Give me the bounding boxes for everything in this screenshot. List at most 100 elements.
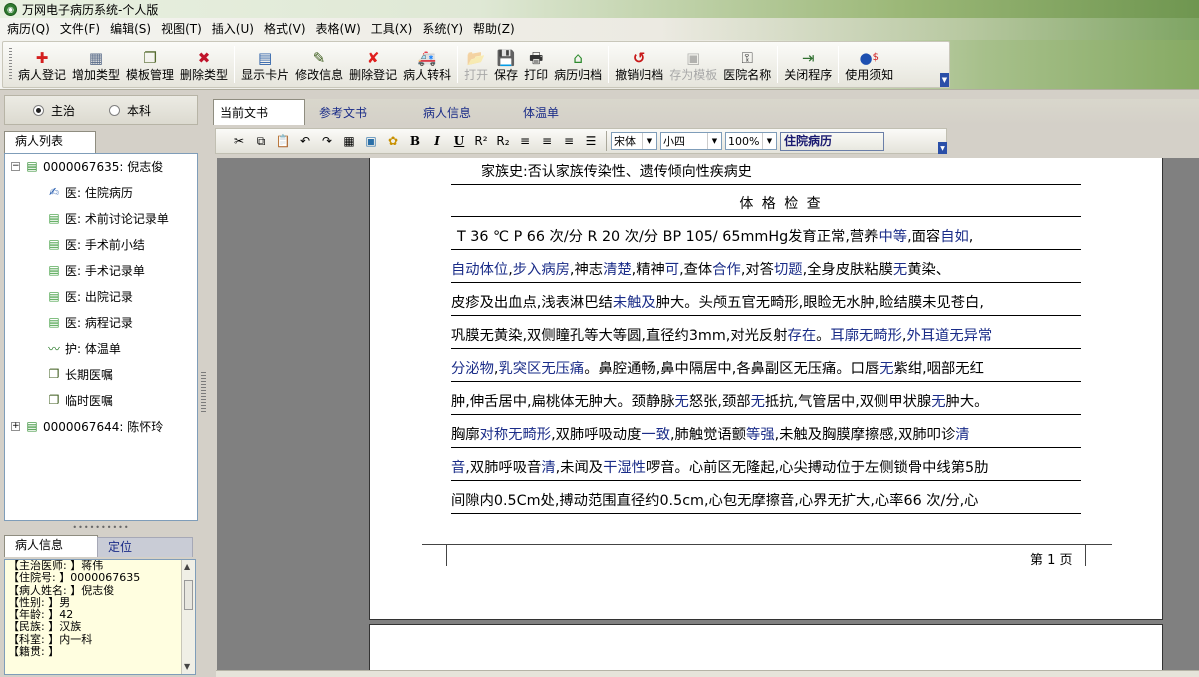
tree-node-temperature[interactable]: 〰 护: 体温单 [45,337,121,359]
align-left-icon[interactable]: ≡ [514,131,536,151]
tree-node-temporary-orders[interactable]: ❐ 临时医嘱 [45,389,113,411]
menu-medical-record[interactable]: 病历(Q) [2,18,55,40]
horizontal-scrollbar[interactable] [216,670,1199,677]
tab-current-document[interactable]: 当前文书 [213,99,305,125]
bold-icon[interactable]: B [404,131,426,151]
collapse-icon[interactable]: − [11,161,20,171]
menu-help[interactable]: 帮助(Z) [468,18,520,40]
close-program-button[interactable]: ⇥ 关闭程序 [781,42,835,87]
tree-node-record[interactable]: ▤ 医: 出院记录 [45,285,133,307]
tab-patient-info-doc[interactable]: 病人信息 [407,102,511,125]
tab-locate[interactable]: 定位 [97,537,193,557]
superscript-icon[interactable]: R² [470,131,492,151]
tree-node-record[interactable]: ✍ 医: 住院病历 [45,181,133,203]
italic-icon[interactable]: I [426,131,448,151]
paste-icon[interactable]: 📋 [272,131,294,151]
template-field-text: 无 [879,361,894,377]
zoom-select[interactable]: 100% ▼ [725,132,777,150]
redo-icon[interactable]: ↷ [316,131,338,151]
align-right-icon[interactable]: ≡ [558,131,580,151]
document-line[interactable]: 自动体位,步入病房,神志清楚,精神可,查体合作,对答切题,全身皮肤粘膜无黄染、 [451,258,1081,283]
align-center-icon[interactable]: ≡ [536,131,558,151]
insert-table-icon[interactable]: ▦ [338,131,360,151]
save-button[interactable]: 💾 保存 [491,42,521,87]
template-manage-button[interactable]: ❐ 模板管理 [123,42,177,87]
menu-file[interactable]: 文件(F) [55,18,105,40]
document-line[interactable]: 肿,伸舌居中,扁桃体无肿大。颈静脉无怒张,颈部无抵抗,气管居中,双侧甲状腺无肿大… [451,390,1081,415]
menu-tools[interactable]: 工具(X) [366,18,418,40]
hospital-name-button[interactable]: ⚿ 医院名称 [720,42,774,87]
tree-node-record[interactable]: ▤ 医: 病程记录 [45,311,133,333]
show-card-button[interactable]: ▤ 显示卡片 [238,42,292,87]
toolbar-overflow-chevron-icon[interactable]: ▼ [938,142,947,154]
vertical-splitter-grip[interactable] [201,372,206,412]
font-select[interactable]: 宋体 ▼ [611,132,657,150]
tree-node-record[interactable]: ▤ 医: 术前讨论记录单 [45,207,169,229]
delete-type-button[interactable]: ✖ 删除类型 [177,42,231,87]
paragraph-style-box[interactable]: 住院病历 [780,131,884,151]
menu-insert[interactable]: 插入(U) [207,18,259,40]
expand-icon[interactable]: + [11,421,20,431]
subscript-icon[interactable]: R₂ [492,131,514,151]
archive-button[interactable]: ⌂ 病历归档 [551,42,605,87]
toolbar-separator [777,46,779,83]
template-field-text: 可 [664,262,680,278]
menu-system[interactable]: 系统(Y) [417,18,468,40]
document-line[interactable]: 巩膜无黄染,双侧瞳孔等大等圆,直径约3mm,对光反射存在。耳廓无畸形,外耳道无异… [451,324,1081,349]
document-line[interactable]: 皮疹及出血点,浅表淋巴结未触及肿大。头颅五官无畸形,眼睑无水肿,睑结膜未见苍白, [451,291,1081,316]
add-type-button[interactable]: ▦ 增加类型 [69,42,123,87]
insert-image-icon[interactable]: ▣ [360,131,382,151]
special-symbol-icon[interactable]: ✿ [382,131,404,151]
tab-patient-info[interactable]: 病人信息 [4,535,98,557]
scroll-down-icon[interactable]: ▼ [184,662,190,671]
radio-department[interactable]: 本科 [109,102,151,119]
scroll-thumb[interactable] [184,580,193,610]
template-field-text: 一致 [641,427,670,443]
justify-icon[interactable]: ☰ [580,131,602,151]
document-line[interactable]: 分泌物,乳突区无压痛。鼻腔通畅,鼻中隔居中,各鼻副区无压痛。口唇无紫绀,咽部无红 [451,357,1081,382]
copy-icon[interactable]: ⧉ [250,131,272,151]
tree-node-patient[interactable]: − ▤ 0000067635: 倪志俊 [11,155,163,177]
undo-archive-button[interactable]: ↺ 撤销归档 [612,42,666,87]
template-field-text: 中等 [878,229,908,245]
register-patient-button[interactable]: ✚ 病人登记 [15,42,69,87]
document-line[interactable]: 间隙内0.5Cm处,搏动范围直径约0.5cm,心包无摩擦音,心界无扩大,心率66… [451,489,1081,514]
transfer-patient-button[interactable]: 🚑 病人转科 [400,42,454,87]
tab-reference-document[interactable]: 参考文书 [305,102,407,125]
print-button[interactable]: 🖶 打印 [521,42,551,87]
toolbar-grip[interactable] [9,48,12,81]
cut-icon[interactable]: ✂ [228,131,250,151]
template-field-text: 外耳道无异常 [906,328,993,344]
menu-view[interactable]: 视图(T) [156,18,207,40]
document-line[interactable]: T 36 ℃ P 66 次/分 R 20 次/分 BP 105/ 65mmHg发… [451,225,1081,250]
document-text: , [968,229,974,245]
underline-icon[interactable]: U [448,131,470,151]
toolbar-overflow-chevron-icon[interactable]: ▼ [940,73,949,87]
font-size-select[interactable]: 小四 ▼ [660,132,722,150]
save-template-button[interactable]: ▣ 存为模板 [666,42,720,87]
tab-temperature-chart[interactable]: 体温单 [511,102,591,125]
tree-node-patient[interactable]: + ▤ 0000067644: 陈怀玲 [11,415,163,437]
menu-format[interactable]: 格式(V) [259,18,311,40]
document-line[interactable]: 家族史:否认家族传染性、遗传倾向性疾病史 [451,160,1081,185]
pane-splitter[interactable]: •••••••••• [4,523,198,532]
delete-register-button[interactable]: ✘ 删除登记 [346,42,400,87]
document-line[interactable]: 音,双肺呼吸音清,未闻及干湿性啰音。心前区无隆起,心尖搏动位于左侧锁骨中线第5肋 [451,456,1081,481]
tree-node-long-term-orders[interactable]: ❐ 长期医嘱 [45,363,113,385]
open-button[interactable]: 📂 打开 [461,42,491,87]
modify-info-button[interactable]: ✎ 修改信息 [292,42,346,87]
scroll-up-icon[interactable]: ▲ [184,562,190,571]
usage-notes-button[interactable]: ● $ 使用须知 [842,42,896,87]
document-line[interactable]: 胸廓对称无畸形,双肺呼吸动度一致,肺触觉语颤等强,未触及胸膜摩擦感,双肺叩诊清 [451,423,1081,448]
document-page[interactable]: 家族史:否认家族传染性、遗传倾向性疾病史体 格 检 查 T 36 ℃ P 66 次… [369,158,1163,620]
menu-edit[interactable]: 编辑(S) [105,18,156,40]
info-scrollbar[interactable]: ▲ ▼ [181,560,195,674]
menu-table[interactable]: 表格(W) [311,18,366,40]
undo-icon[interactable]: ↶ [294,131,316,151]
tab-patient-list[interactable]: 病人列表 [4,131,96,153]
red-cross-icon: ✚ [35,49,49,67]
tree-node-record[interactable]: ▤ 医: 手术记录单 [45,259,145,281]
radio-main-doctor[interactable]: 主治 [33,102,75,119]
tree-node-record[interactable]: ▤ 医: 手术前小结 [45,233,145,255]
section-heading[interactable]: 体 格 检 查 [451,192,1081,217]
